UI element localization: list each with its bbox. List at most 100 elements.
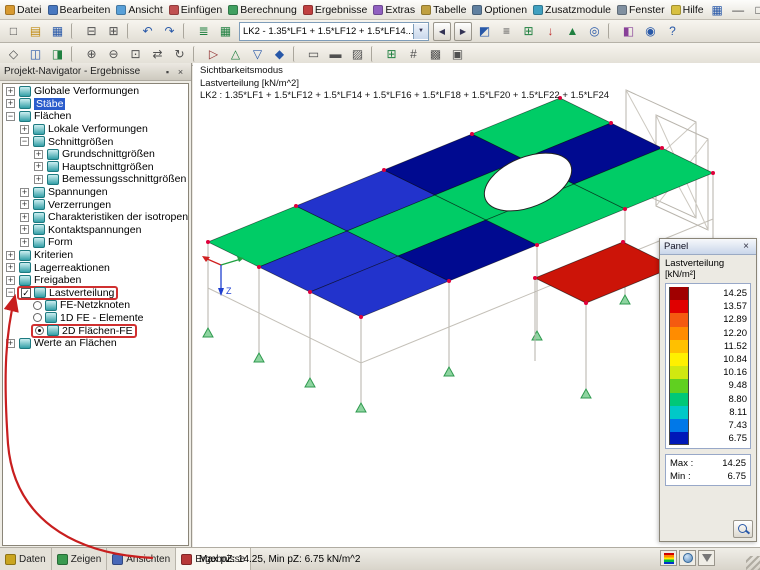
expander-icon[interactable]: + (6, 86, 15, 96)
mdi-restore-icon[interactable]: □ (749, 0, 760, 20)
tree-item[interactable]: + Freigaben (3, 274, 188, 287)
menu-item[interactable]: Optionen (469, 3, 530, 17)
expander-icon[interactable]: + (34, 174, 43, 184)
color-scale-tab[interactable] (660, 550, 677, 566)
open-project-icon[interactable]: ▤ (25, 21, 46, 41)
expander-icon[interactable]: + (20, 237, 29, 247)
supports-icon[interactable]: ▲ (562, 21, 583, 41)
undo-icon[interactable]: ↶ (137, 21, 158, 41)
show-results-icon[interactable]: ◩ (474, 21, 495, 41)
tree-item[interactable]: + Bemessungsschnittgrößen (3, 173, 188, 186)
combo-dropdown-icon[interactable]: ▼ (413, 23, 428, 39)
help-icon[interactable]: ? (662, 21, 683, 41)
expander-icon[interactable]: − (6, 288, 15, 298)
magnifier-icon[interactable] (733, 520, 753, 538)
expander-icon[interactable]: + (20, 225, 29, 235)
tree-item[interactable]: + Kriterien (3, 249, 188, 262)
rotate-view-icon[interactable]: ↻ (169, 44, 190, 64)
tree-item[interactable]: + Werte an Flächen (3, 337, 188, 350)
tree-item[interactable]: − Flächen (3, 110, 188, 123)
expander-icon[interactable]: − (6, 111, 15, 121)
separator[interactable] (193, 46, 200, 62)
tree-item[interactable]: 1D FE - Elemente (3, 312, 188, 325)
menu-item[interactable]: Berechnung (225, 3, 300, 17)
expander-icon[interactable]: + (20, 200, 29, 210)
radio-button[interactable] (33, 313, 42, 323)
mesh-display-icon[interactable]: ⊞ (381, 44, 402, 64)
tree-item[interactable]: − Lastverteilung (3, 285, 188, 300)
view-z-icon[interactable]: ▽ (247, 44, 268, 64)
panel-close-icon[interactable]: × (740, 241, 752, 253)
filter-tab[interactable] (698, 550, 715, 566)
modules-icon[interactable]: ◧ (618, 21, 639, 41)
separator[interactable] (183, 23, 190, 39)
pan-icon[interactable]: ⇄ (147, 44, 168, 64)
radio-button[interactable] (35, 326, 44, 336)
menu-item[interactable]: Datei (2, 3, 45, 17)
tree-item[interactable]: + Globale Verformungen (3, 85, 188, 98)
tree-item[interactable]: + Stäbe (3, 97, 188, 111)
solid-model-icon[interactable]: ▬ (325, 44, 346, 64)
render-icon[interactable]: ◎ (584, 21, 605, 41)
expander-icon[interactable]: + (20, 212, 29, 222)
menu-item[interactable]: Ansicht (113, 3, 165, 17)
fe-mesh-icon[interactable]: ⊞ (518, 21, 539, 41)
loadcase-combo[interactable]: LK2 - 1.35*LF1 + 1.5*LF12 + 1.5*LF14... … (239, 21, 429, 41)
next-loadcase-button[interactable]: ▶ (454, 21, 472, 41)
menu-item[interactable]: Ergebnisse (300, 3, 371, 17)
expander-icon[interactable]: + (20, 187, 29, 197)
mdi-minimize-icon[interactable]: — (728, 0, 749, 20)
zoom-window-icon[interactable]: ⊡ (125, 44, 146, 64)
tree-item[interactable]: + Charakteristiken der isotropen Fläche (3, 211, 188, 224)
menu-item[interactable]: Zusatzmodule (530, 3, 614, 17)
view-y-icon[interactable]: △ (225, 44, 246, 64)
display-factors-tab[interactable] (679, 550, 696, 566)
visible-objects-icon[interactable]: ◨ (47, 44, 68, 64)
checkbox[interactable] (21, 287, 31, 298)
result-values-icon[interactable]: ≡ (496, 21, 517, 41)
zoom-out-icon[interactable]: ⊖ (103, 44, 124, 64)
tree-item[interactable]: + Kontaktspannungen (3, 224, 188, 237)
numbering-icon[interactable]: # (403, 44, 424, 64)
separator[interactable] (71, 46, 78, 62)
separator[interactable] (71, 23, 78, 39)
menu-item[interactable]: Fenster (614, 3, 668, 17)
separator[interactable] (608, 23, 615, 39)
separator[interactable] (371, 46, 378, 62)
separator[interactable] (293, 46, 300, 62)
expander-icon[interactable]: + (34, 162, 43, 172)
tab-daten[interactable]: Daten (0, 548, 52, 570)
tree-item[interactable]: FE-Netzknoten (3, 299, 188, 312)
expander-icon[interactable]: + (6, 99, 15, 109)
tab-ansichten[interactable]: Ansichten (107, 548, 177, 570)
pointer-icon[interactable]: ◇ (3, 44, 24, 64)
loads-icon[interactable]: ↓ (540, 21, 561, 41)
transparent-icon[interactable]: ▨ (347, 44, 368, 64)
tree-item[interactable]: + Lagerreaktionen (3, 261, 188, 274)
tree-item[interactable]: + Grundschnittgrößen (3, 148, 188, 161)
tree-item[interactable]: 2D Flächen-FE (3, 323, 188, 338)
print-icon[interactable]: ⊟ (81, 21, 102, 41)
expander-icon[interactable]: + (6, 338, 15, 348)
tables-icon[interactable]: ▦ (215, 21, 236, 41)
new-project-icon[interactable]: □ (3, 21, 24, 41)
calculation-icon[interactable]: ≣ (193, 21, 214, 41)
menu-item[interactable]: Bearbeiten (45, 3, 114, 17)
menu-item[interactable]: Einfügen (166, 3, 225, 17)
radio-button[interactable] (33, 300, 42, 310)
visibility-mode-icon[interactable]: ◫ (25, 44, 46, 64)
margins-icon[interactable]: ▣ (447, 44, 468, 64)
tree-item[interactable]: + Form (3, 236, 188, 249)
background-icon[interactable]: ▩ (425, 44, 446, 64)
expander-icon[interactable]: + (34, 149, 43, 159)
separator[interactable] (127, 23, 134, 39)
redo-icon[interactable]: ↷ (159, 21, 180, 41)
tree-item[interactable]: + Hauptschnittgrößen (3, 161, 188, 174)
tree-item[interactable]: − Schnittgrößen (3, 135, 188, 148)
info-icon[interactable]: ◉ (640, 21, 661, 41)
tree-item[interactable]: + Verzerrungen (3, 198, 188, 211)
tree-item[interactable]: + Lokale Verformungen (3, 123, 188, 136)
menu-item[interactable]: Tabelle (418, 3, 469, 17)
navigator-close-icon[interactable]: × (174, 65, 187, 78)
expander-icon[interactable]: + (6, 263, 15, 273)
